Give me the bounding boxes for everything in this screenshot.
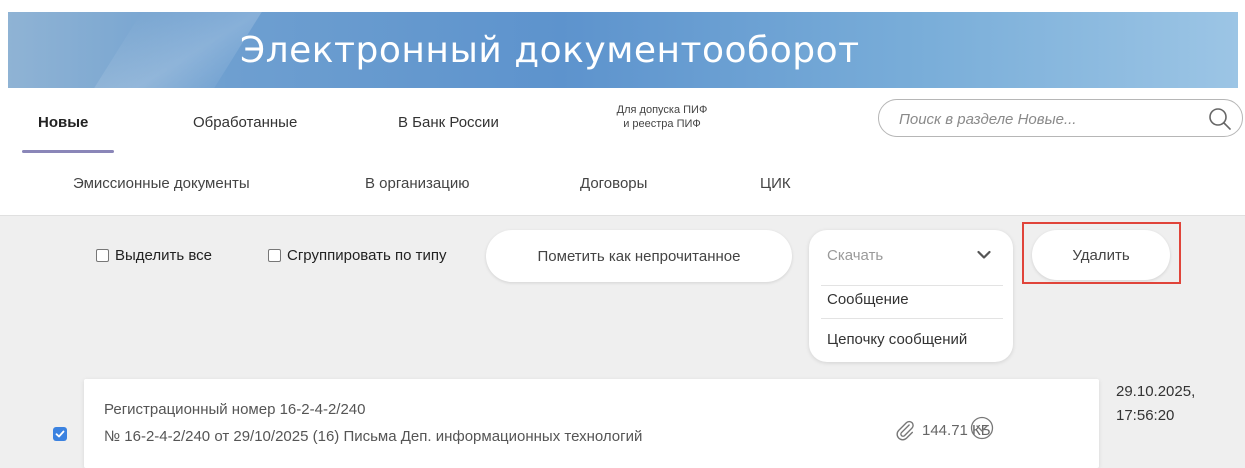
download-dropdown[interactable]: Скачать Сообщение Цепочку сообщений <box>809 230 1013 362</box>
divider <box>821 285 1003 286</box>
document-description: № 16-2-4-2/240 от 29/10/2025 (16) Письма… <box>104 428 643 445</box>
tab-pif-admission-line2: и реестра ПИФ <box>623 118 701 130</box>
header-banner: Электронный документооборот <box>8 12 1238 88</box>
chevron-down-icon[interactable] <box>977 250 991 260</box>
row-checkbox-checked[interactable] <box>53 427 67 441</box>
document-reg-number: Регистрационный номер 16-2-4-2/240 <box>104 401 366 418</box>
paperclip-icon <box>896 420 914 441</box>
download-dropdown-label[interactable]: Скачать <box>827 247 883 264</box>
banner-decoration <box>94 12 262 88</box>
tab-processed[interactable]: Обработанные <box>193 114 297 131</box>
tab-contracts[interactable]: Договоры <box>580 175 647 192</box>
tab-pif-admission-line1: Для допуска ПИФ <box>616 104 708 116</box>
download-option-message[interactable]: Сообщение <box>827 291 909 308</box>
document-time: 17:56:20 <box>1116 407 1175 424</box>
checkbox-icon[interactable] <box>268 249 281 262</box>
group-by-type-label: Сгруппировать по типу <box>287 247 447 264</box>
tab-pif-admission[interactable]: Для допуска ПИФ и реестра ПИФ <box>614 103 710 131</box>
divider <box>821 318 1003 319</box>
search-input[interactable] <box>899 108 1199 130</box>
expand-chevron-icon[interactable] <box>970 416 994 440</box>
document-date: 29.10.2025, <box>1116 383 1196 400</box>
document-datetime: 29.10.2025, 17:56:20 <box>1116 380 1195 428</box>
select-all-checkbox[interactable]: Выделить все <box>96 247 212 264</box>
highlight-frame <box>1022 222 1181 284</box>
group-by-type-checkbox[interactable]: Сгруппировать по типу <box>268 247 446 264</box>
select-all-label: Выделить все <box>115 247 213 264</box>
tab-emission-docs[interactable]: Эмиссионные документы <box>73 175 250 192</box>
active-tab-indicator <box>22 150 114 153</box>
search-box[interactable] <box>878 99 1243 137</box>
document-card[interactable]: Регистрационный номер 16-2-4-2/240 № 16-… <box>84 379 1099 468</box>
tab-cik[interactable]: ЦИК <box>760 175 791 192</box>
tab-to-bank-of-russia[interactable]: В Банк России <box>398 114 499 131</box>
download-option-chain[interactable]: Цепочку сообщений <box>827 331 967 348</box>
mark-unread-button[interactable]: Пометить как непрочитанное <box>486 230 792 282</box>
tab-new[interactable]: Новые <box>38 114 88 131</box>
search-icon[interactable] <box>1208 107 1232 131</box>
check-icon <box>55 430 65 438</box>
tab-to-organization[interactable]: В организацию <box>365 175 469 192</box>
page-title: Электронный документооборот <box>240 30 860 71</box>
checkbox-icon[interactable] <box>96 249 109 262</box>
